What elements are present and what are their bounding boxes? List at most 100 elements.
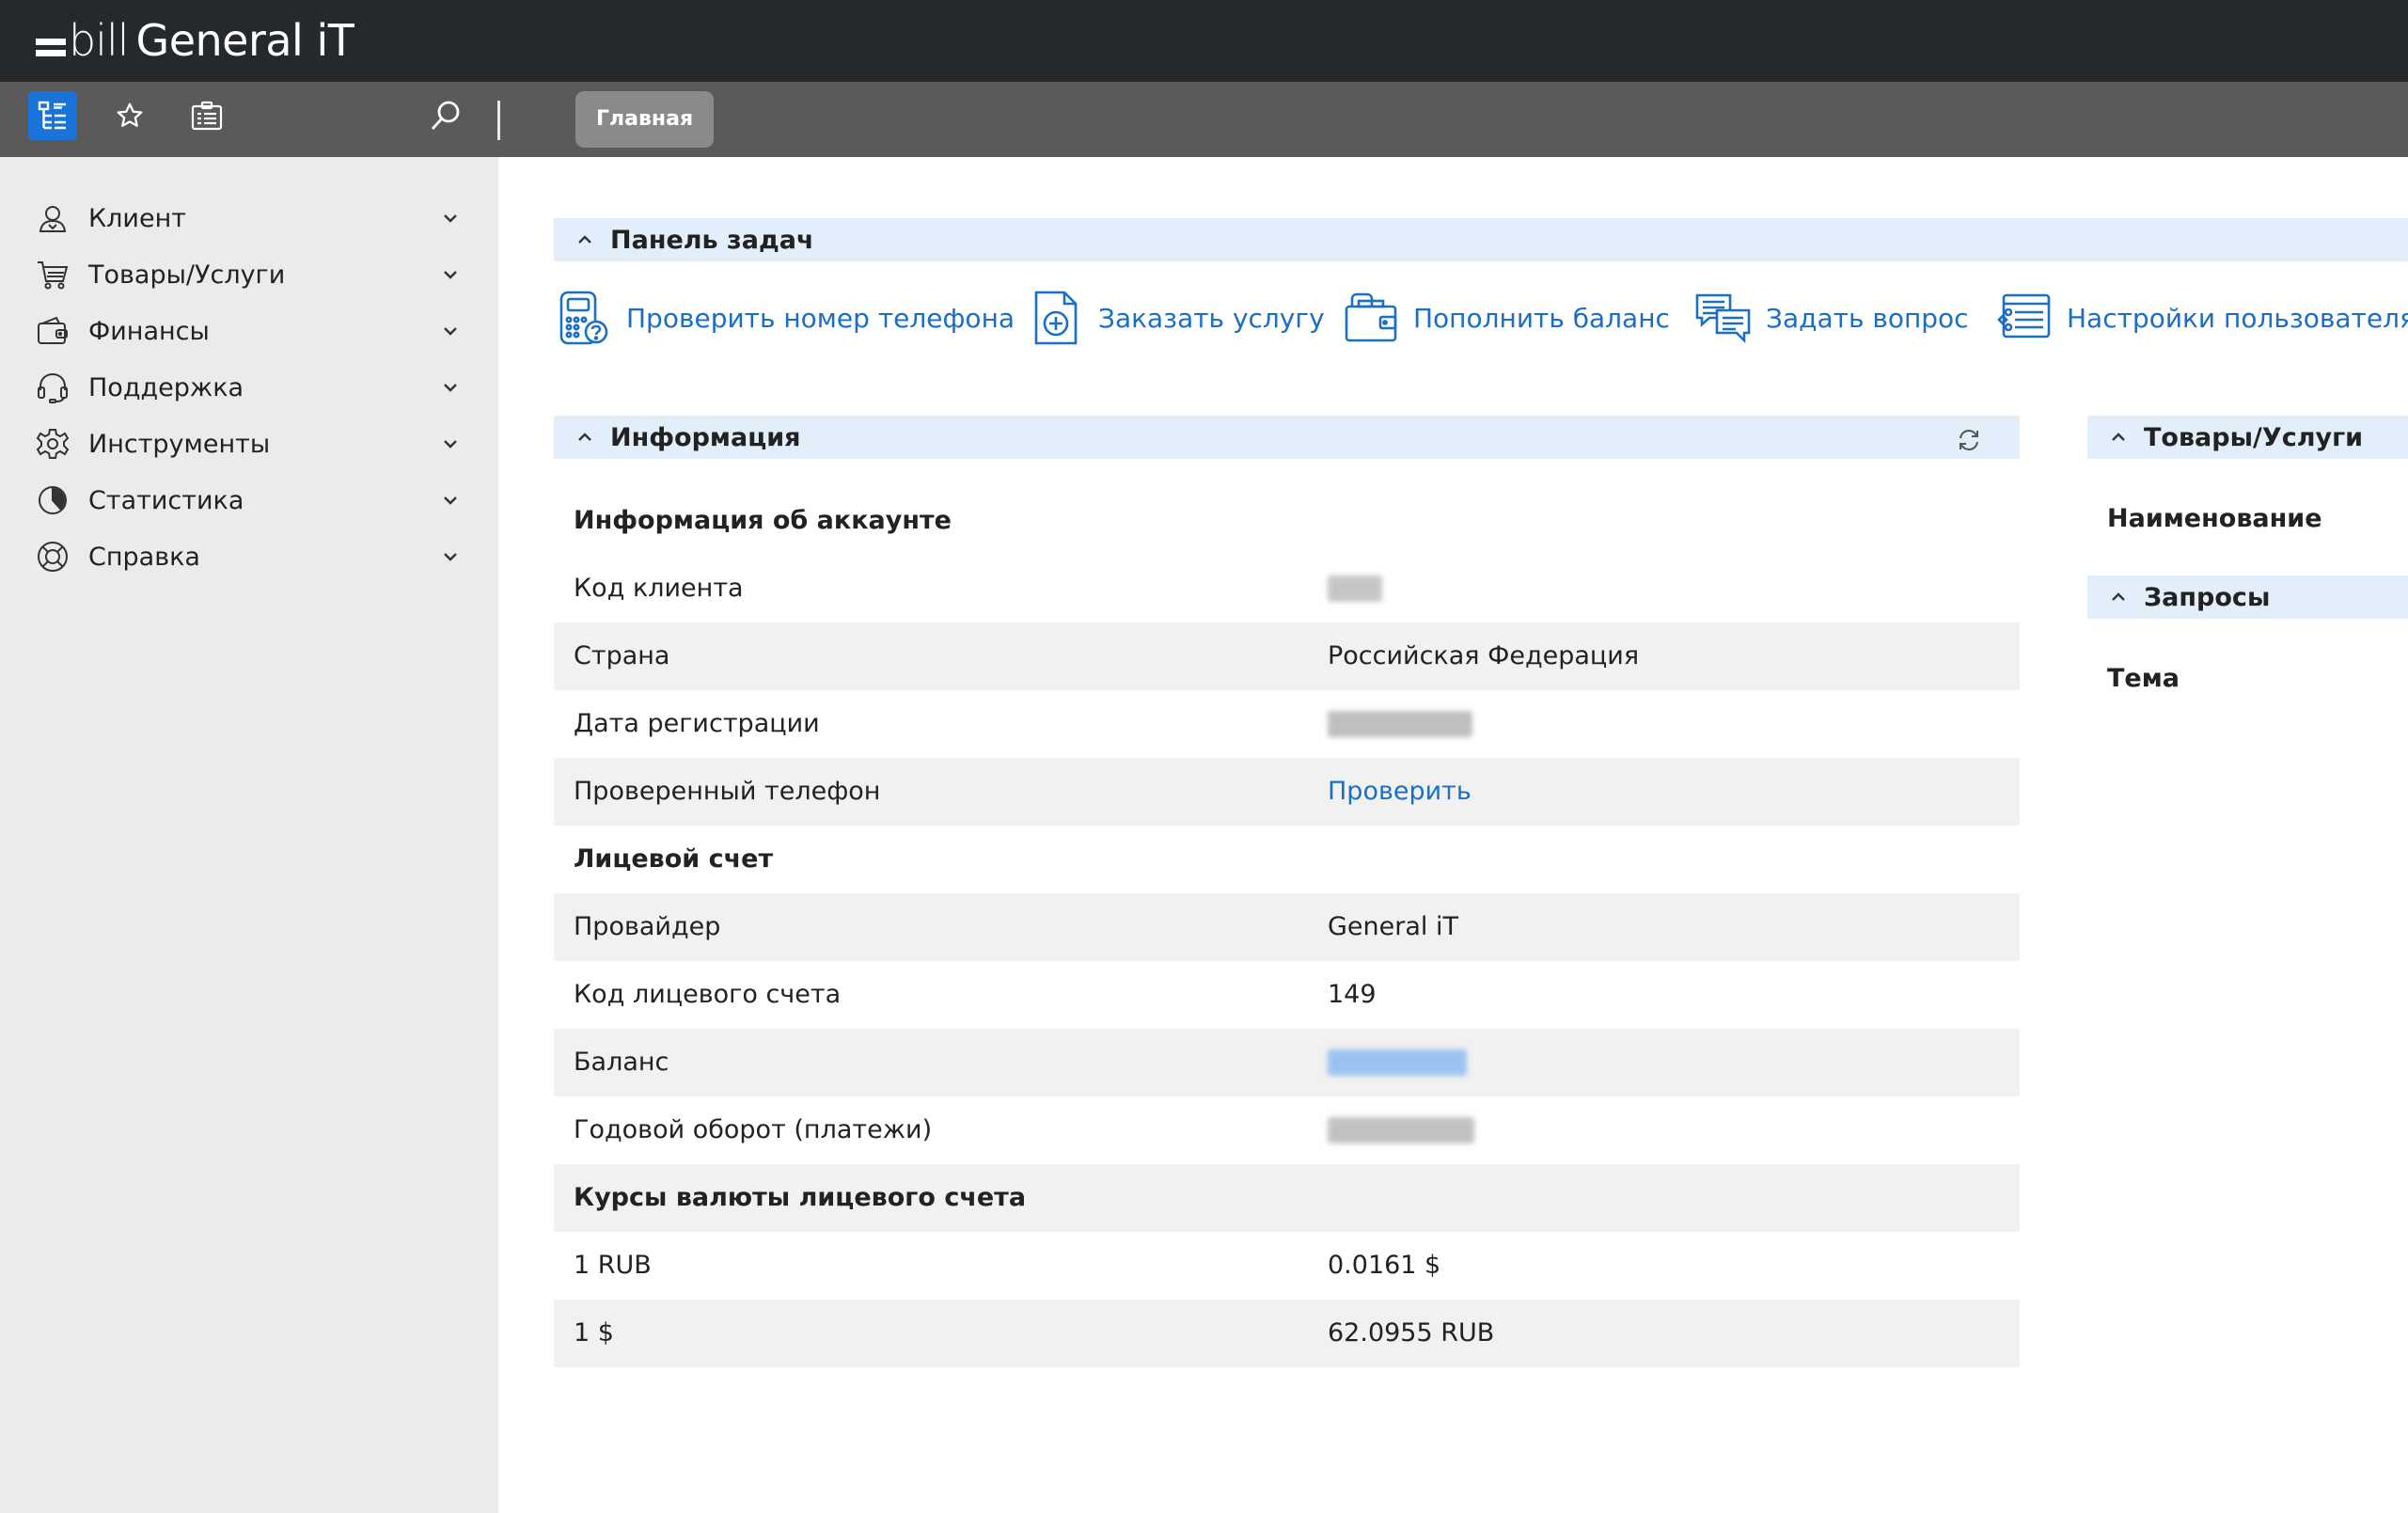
sidebar-item-help[interactable]: Справка: [0, 531, 498, 582]
chevron-down-icon[interactable]: [434, 428, 466, 460]
app-logo[interactable]: bill General iT: [36, 8, 354, 73]
taskbar-title: Панель задач: [610, 225, 814, 255]
sidebar-item-label: Статистика: [88, 485, 244, 515]
search-button[interactable]: [421, 91, 470, 140]
chevron-down-icon[interactable]: [434, 315, 466, 347]
section-label: Информация об аккаунте: [574, 506, 952, 535]
chevron-down-icon[interactable]: [434, 541, 466, 573]
sidebar-item-tools[interactable]: Инструменты: [0, 418, 498, 469]
task-user-settings[interactable]: Настройки пользователя: [1995, 284, 2408, 352]
phone-check-icon: [555, 289, 613, 347]
chevron-up-icon[interactable]: [571, 226, 599, 254]
search-icon: [431, 101, 460, 130]
requests-column-header: Тема: [2107, 664, 2180, 693]
star-icon: [117, 102, 143, 127]
row-label: Код лицевого счета: [574, 980, 842, 1009]
info-section-rates: Курсы валюты лицевого счета: [554, 1164, 2020, 1232]
chevron-down-icon[interactable]: [434, 484, 466, 516]
company-name: General iT: [135, 15, 354, 66]
row-label: Провайдер: [574, 912, 721, 941]
tasks-button[interactable]: [182, 91, 231, 140]
app-header: bill General iT: [0, 0, 2408, 82]
row-label: 1 $: [574, 1318, 614, 1348]
row-label: Годовой оборот (платежи): [574, 1115, 933, 1144]
row-label: Дата регистрации: [574, 709, 820, 738]
info-title: Информация: [610, 422, 801, 452]
chat-question-icon: [1694, 289, 1753, 347]
wallet-topup-icon: [1342, 289, 1400, 347]
info-row-reg-date: Дата регистрации: [554, 690, 2020, 758]
task-order-service[interactable]: Заказать услугу: [1027, 284, 1325, 352]
section-label: Лицевой счет: [574, 844, 774, 874]
taskbar-panel-header[interactable]: Панель задач: [554, 218, 2408, 261]
headset-icon: [34, 369, 71, 406]
row-value: Российская Федерация: [1328, 641, 1640, 670]
row-value: 0.0161 $: [1328, 1251, 1441, 1280]
chevron-down-icon[interactable]: [434, 202, 466, 234]
info-section-personal-account: Лицевой счет: [554, 826, 2020, 893]
sidebar-item-support[interactable]: Поддержка: [0, 362, 498, 413]
row-label: Страна: [574, 641, 670, 670]
task-topup-balance[interactable]: Пополнить баланс: [1342, 284, 1670, 352]
info-row-rate-usd: 1 $ 62.0955 RUB: [554, 1300, 2020, 1367]
sidebar: Клиент Товары/Услуги Финансы Поддержка И…: [0, 157, 498, 1513]
gear-icon: [34, 425, 71, 463]
task-label: Настройки пользователя: [2067, 302, 2408, 334]
sidebar-item-finance[interactable]: Финансы: [0, 306, 498, 356]
chevron-down-icon[interactable]: [434, 371, 466, 403]
task-check-phone[interactable]: Проверить номер телефона: [555, 284, 1015, 352]
sidebar-item-label: Поддержка: [88, 372, 244, 402]
task-label: Задать вопрос: [1766, 302, 1969, 334]
verify-phone-link[interactable]: Проверить: [1328, 758, 1472, 826]
chevron-down-icon[interactable]: [434, 259, 466, 291]
sidebar-item-statistics[interactable]: Статистика: [0, 475, 498, 526]
toolbar: Главная: [0, 82, 2408, 157]
tree-icon: [38, 101, 66, 130]
info-row-account-code: Код лицевого счета 149: [554, 961, 2020, 1029]
row-label: Баланс: [574, 1048, 669, 1077]
task-ask-question[interactable]: Задать вопрос: [1694, 284, 1969, 352]
info-row-turnover: Годовой оборот (платежи): [554, 1096, 2020, 1164]
products-title: Товары/Услуги: [2144, 422, 2364, 452]
task-label: Заказать услугу: [1098, 302, 1325, 334]
row-value: 149: [1328, 980, 1377, 1009]
tab-home[interactable]: Главная: [575, 91, 715, 148]
task-label: Пополнить баланс: [1413, 302, 1670, 334]
info-row-country: Страна Российская Федерация: [554, 623, 2020, 690]
row-label: Проверенный телефон: [574, 777, 881, 806]
refresh-icon: [1959, 430, 1978, 450]
redacted-value: [1328, 1117, 1474, 1143]
requests-panel-header[interactable]: Запросы: [2087, 575, 2408, 619]
info-row-client-code: Код клиента: [554, 555, 2020, 623]
sidebar-item-products[interactable]: Товары/Услуги: [0, 249, 498, 300]
chevron-up-icon[interactable]: [571, 423, 599, 451]
sidebar-item-label: Клиент: [88, 203, 186, 233]
logo-text: bill: [69, 15, 130, 66]
tree-view-button[interactable]: [28, 91, 77, 140]
refresh-button[interactable]: [1950, 421, 1988, 459]
user-icon: [34, 199, 71, 237]
redacted-value: [1328, 1049, 1467, 1076]
requests-title: Запросы: [2144, 582, 2271, 612]
products-column-header: Наименование: [2107, 504, 2322, 533]
sidebar-item-label: Товары/Услуги: [88, 260, 286, 290]
sidebar-item-label: Справка: [88, 542, 200, 572]
row-value: 62.0955 RUB: [1328, 1318, 1495, 1348]
info-row-provider: Провайдер General iT: [554, 893, 2020, 961]
sidebar-item-client[interactable]: Клиент: [0, 193, 498, 244]
favorites-button[interactable]: [105, 91, 154, 140]
row-label: Код клиента: [574, 574, 744, 603]
chevron-up-icon[interactable]: [2104, 583, 2133, 611]
redacted-value: [1328, 711, 1472, 737]
info-row-rate-rub: 1 RUB 0.0161 $: [554, 1232, 2020, 1300]
sidebar-item-label: Финансы: [88, 316, 210, 346]
info-panel-header[interactable]: Информация: [554, 416, 2020, 459]
lifebuoy-icon: [34, 538, 71, 575]
chevron-up-icon[interactable]: [2104, 423, 2133, 451]
cart-icon: [34, 256, 71, 293]
logo-bars-icon: [36, 38, 66, 56]
products-panel-header[interactable]: Товары/Услуги: [2087, 416, 2408, 459]
info-section-account: Информация об аккаунте: [554, 487, 2020, 555]
sidebar-item-label: Инструменты: [88, 429, 271, 459]
row-value: General iT: [1328, 912, 1458, 941]
